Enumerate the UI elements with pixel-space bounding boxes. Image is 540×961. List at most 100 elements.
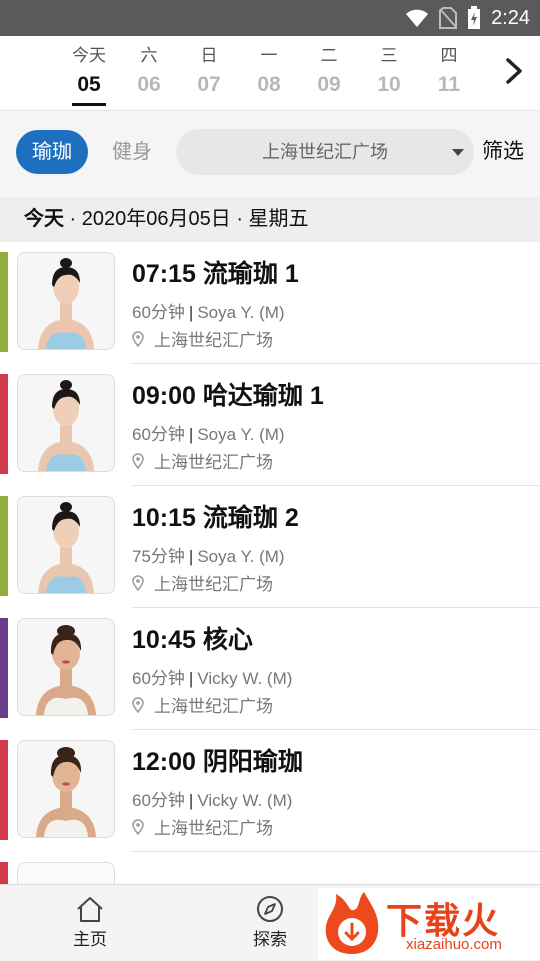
- status-icons: 2:24: [405, 6, 530, 30]
- class-location-text: 上海世纪汇广场: [154, 819, 273, 838]
- instructor-avatar: [17, 496, 115, 594]
- nav-home-label: 主页: [73, 930, 107, 949]
- class-meta: 60分钟 | Soya Y. (M): [132, 298, 285, 323]
- class-location: 上海世纪汇广场: [132, 326, 273, 351]
- class-location: 上海世纪汇广场: [132, 570, 273, 595]
- day-number: 06: [137, 73, 161, 96]
- filter-bar: 瑜珈 健身 上海世纪汇广场 筛选: [0, 111, 540, 197]
- class-color-stripe: [0, 618, 8, 718]
- class-row[interactable]: 10:45 核心 60分钟 | Vicky W. (M) 上海世纪汇广场: [0, 608, 540, 730]
- class-row[interactable]: 07:15 流瑜珈 1 60分钟 | Soya Y. (M) 上海世纪汇广场: [0, 242, 540, 364]
- instructor-avatar: [17, 862, 115, 884]
- day-weekday: 日: [200, 46, 218, 65]
- location-pin-icon: [132, 330, 144, 347]
- class-location: 上海世纪汇广场: [132, 448, 273, 473]
- class-title: 12:00 阴阳瑜珈: [132, 748, 303, 776]
- clock-time: 2:24: [491, 6, 530, 29]
- filter-button[interactable]: 筛选: [482, 130, 524, 174]
- class-meta: 60分钟 | Soya Y. (M): [132, 420, 285, 445]
- class-color-stripe: [0, 252, 8, 352]
- class-duration: 60分钟: [132, 791, 185, 810]
- day-number: 10: [377, 73, 401, 96]
- location-pin-icon: [132, 574, 144, 591]
- location-dropdown-value: 上海世纪汇广场: [262, 142, 388, 162]
- wifi-icon: [406, 9, 429, 27]
- date-section-header: 今天 · 2020年06月05日 · 星期五: [0, 197, 540, 242]
- location-dropdown[interactable]: 上海世纪汇广场: [176, 129, 474, 175]
- class-location-text: 上海世纪汇广场: [154, 575, 273, 594]
- class-instructor: Soya Y. (M): [197, 547, 285, 566]
- home-icon: [77, 897, 103, 922]
- date-header-date: · 2020年06月05日 · 星期五: [64, 208, 309, 230]
- class-color-stripe: [0, 740, 8, 840]
- day-tab-06[interactable]: 六 06: [119, 44, 179, 102]
- nav-home[interactable]: 主页: [45, 895, 135, 950]
- class-instructor: Vicky W. (M): [197, 669, 293, 688]
- class-color-stripe: [0, 862, 8, 884]
- class-row[interactable]: 12:00 阴阳瑜珈 60分钟 | Vicky W. (M) 上海世纪汇广场: [0, 730, 540, 852]
- day-tab-05[interactable]: 今天 05: [59, 44, 119, 106]
- day-tab-11[interactable]: 四 11: [419, 44, 479, 102]
- watermark-logo: 下载火 xiazaihuo.com: [318, 888, 540, 960]
- class-duration: 60分钟: [132, 669, 185, 688]
- class-color-stripe: [0, 496, 8, 596]
- day-number: 09: [317, 73, 341, 96]
- day-weekday: 四: [440, 46, 458, 65]
- location-pin-icon: [132, 818, 144, 835]
- class-list: 07:15 流瑜珈 1 60分钟 | Soya Y. (M) 上海世纪汇广场 09:…: [0, 242, 540, 884]
- date-strip: 今天 05 六 06 日 07 一 08 二 09 三 10 四 11: [0, 36, 540, 111]
- compass-icon: [257, 896, 283, 922]
- instructor-avatar: [17, 252, 115, 350]
- class-title: 09:00 哈达瑜珈 1: [132, 382, 324, 410]
- instructor-avatar: [17, 618, 115, 716]
- battery-charging-icon: [468, 6, 481, 29]
- day-number: 05: [77, 73, 101, 96]
- class-instructor: Vicky W. (M): [197, 791, 293, 810]
- meta-separator: |: [188, 425, 194, 444]
- category-fitness-button[interactable]: 健身: [102, 130, 162, 174]
- class-duration: 75分钟: [132, 547, 185, 566]
- class-title: 10:15 流瑜珈 2: [132, 504, 299, 532]
- chevron-right-icon[interactable]: [502, 56, 526, 86]
- day-weekday: 三: [380, 46, 398, 65]
- day-weekday: 一: [260, 46, 278, 65]
- class-title: 10:45 核心: [132, 626, 253, 654]
- active-day-underline: [72, 103, 106, 106]
- location-pin-icon: [132, 452, 144, 469]
- class-location-text: 上海世纪汇广场: [154, 331, 273, 350]
- meta-separator: |: [188, 303, 194, 322]
- nav-explore[interactable]: 探索: [225, 895, 315, 950]
- class-meta: 75分钟 | Soya Y. (M): [132, 542, 285, 567]
- class-color-stripe: [0, 374, 8, 474]
- meta-separator: |: [188, 791, 194, 810]
- date-header-today: 今天: [24, 208, 64, 230]
- class-row-partial[interactable]: [0, 852, 540, 884]
- day-weekday: 六: [140, 46, 158, 65]
- category-yoga-button[interactable]: 瑜珈: [16, 130, 88, 174]
- instructor-avatar: [17, 740, 115, 838]
- class-row[interactable]: 09:00 哈达瑜珈 1 60分钟 | Soya Y. (M) 上海世纪汇广场: [0, 364, 540, 486]
- no-sim-icon: [439, 7, 458, 29]
- flame-logo-icon: [325, 892, 379, 954]
- instructor-avatar: [17, 374, 115, 472]
- day-tab-09[interactable]: 二 09: [299, 44, 359, 102]
- class-instructor: Soya Y. (M): [197, 303, 285, 322]
- meta-separator: |: [188, 547, 194, 566]
- day-tab-07[interactable]: 日 07: [179, 44, 239, 102]
- day-weekday: 今天: [72, 46, 106, 65]
- class-duration: 60分钟: [132, 425, 185, 444]
- location-pin-icon: [132, 696, 144, 713]
- day-weekday: 二: [320, 46, 338, 65]
- class-location-text: 上海世纪汇广场: [154, 697, 273, 716]
- day-number: 11: [437, 73, 461, 96]
- class-duration: 60分钟: [132, 303, 185, 322]
- caret-down-icon: [452, 149, 464, 156]
- meta-separator: |: [188, 669, 194, 688]
- day-tab-10[interactable]: 三 10: [359, 44, 419, 102]
- class-row[interactable]: 10:15 流瑜珈 2 75分钟 | Soya Y. (M) 上海世纪汇广场: [0, 486, 540, 608]
- nav-explore-label: 探索: [253, 930, 287, 949]
- day-number: 08: [257, 73, 281, 96]
- day-tab-08[interactable]: 一 08: [239, 44, 299, 102]
- day-number: 07: [197, 73, 221, 96]
- class-meta: 60分钟 | Vicky W. (M): [132, 664, 292, 689]
